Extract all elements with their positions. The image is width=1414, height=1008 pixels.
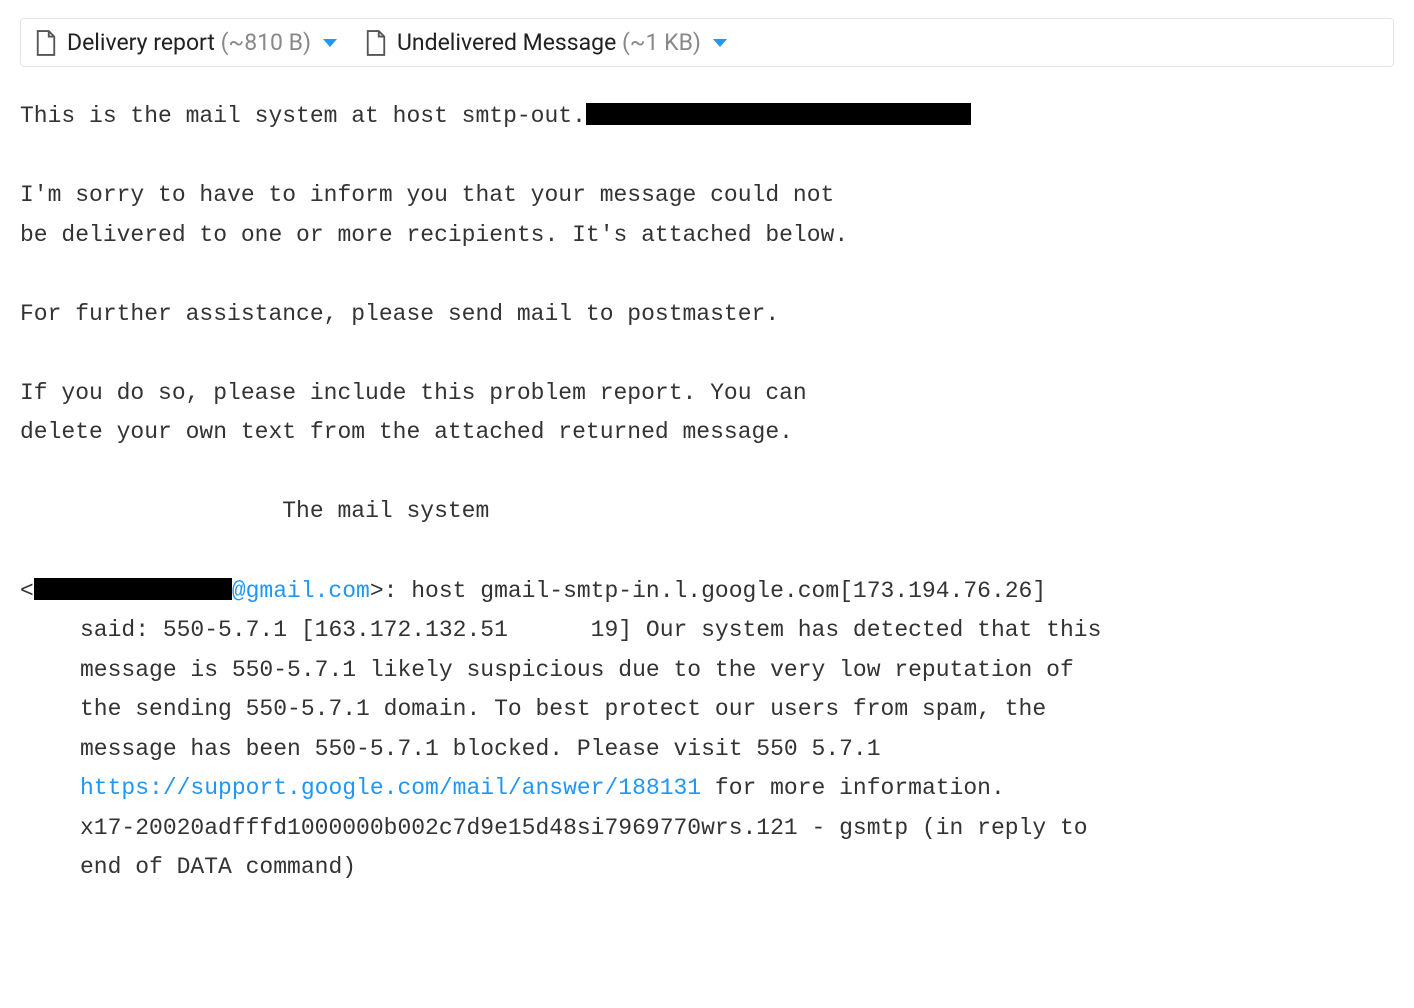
diag-host-info: >: host gmail-smtp-in.l.google.com[173.1… [370,578,1046,604]
attachment-bar: Delivery report (~810 B) Undelivered Mes… [20,18,1394,67]
file-icon [365,30,387,56]
attachment-undelivered-message[interactable]: Undelivered Message (~1 KB) [365,29,727,56]
angle-open: < [20,578,34,604]
sorry-paragraph: I'm sorry to have to inform you that you… [20,182,848,248]
redacted-email-local [34,578,232,600]
include-report-paragraph: If you do so, please include this proble… [20,380,807,446]
file-icon [35,30,57,56]
diagnostic-block: said: 550-5.7.1 [163.172.132.51 19] Our … [20,611,1394,888]
attachment-name: Delivery report (~810 B) [67,29,311,56]
chevron-down-icon[interactable] [323,39,337,47]
diag-text-1: said: 550-5.7.1 [163.172.132.51 19] Our … [80,617,1101,762]
chevron-down-icon[interactable] [713,39,727,47]
attachment-delivery-report[interactable]: Delivery report (~810 B) [35,29,337,56]
mail-system-heading: The mail system [20,498,489,524]
further-assistance-paragraph: For further assistance, please send mail… [20,301,779,327]
bounce-message-body: This is the mail system at host smtp-out… [0,67,1414,888]
email-domain: @gmail.com [232,578,370,604]
attachment-size: (~810 B) [221,29,311,56]
host-line-prefix: This is the mail system at host smtp-out… [20,103,586,129]
redacted-hostname [586,103,971,125]
attachment-size: (~1 KB) [622,29,701,56]
support-link[interactable]: https://support.google.com/mail/answer/1… [80,775,701,801]
attachment-name: Undelivered Message (~1 KB) [397,29,701,56]
